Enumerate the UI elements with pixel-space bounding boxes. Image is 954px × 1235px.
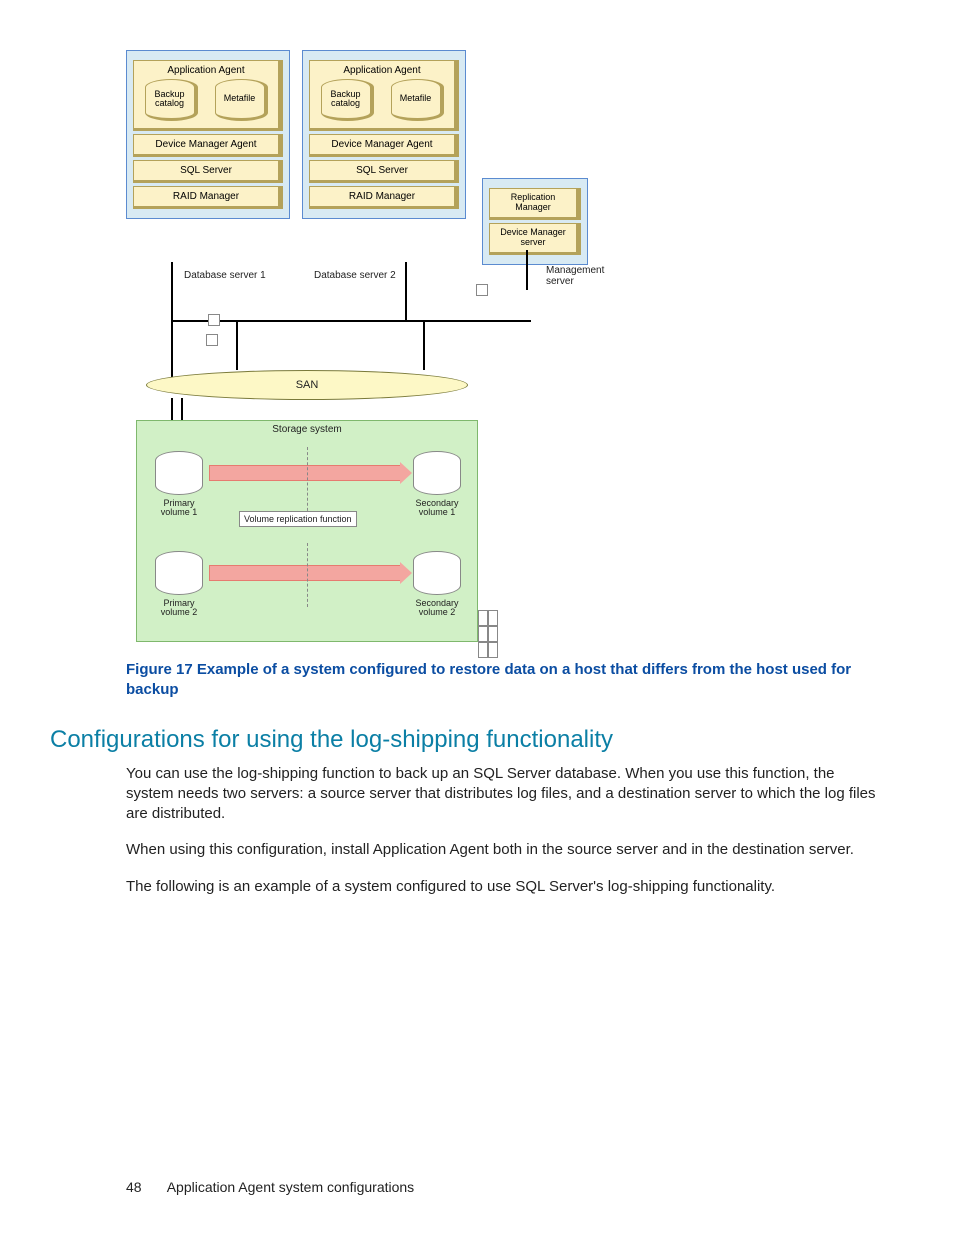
secondary-volume-2 bbox=[413, 551, 461, 595]
app-agent-2: Application Agent Backup catalog Metafil… bbox=[309, 60, 459, 131]
sql-server-1: SQL Server bbox=[133, 160, 283, 183]
paragraph-3: The following is an example of a system … bbox=[126, 877, 886, 897]
page-footer: 48 Application Agent system configuratio… bbox=[126, 1179, 414, 1195]
metafile-2: Metafile bbox=[391, 79, 444, 121]
storage-title: Storage system bbox=[137, 421, 477, 435]
page-number: 48 bbox=[126, 1179, 142, 1195]
raid-manager-2: RAID Manager bbox=[309, 186, 459, 209]
storage-system: Storage system Primary volume 1 Secondar… bbox=[136, 420, 478, 642]
paragraph-1: You can use the log-shipping function to… bbox=[126, 764, 886, 825]
system-diagram: Application Agent Backup catalog Metafil… bbox=[126, 50, 626, 640]
secondary-volume-1 bbox=[413, 451, 461, 495]
backup-catalog-2: Backup catalog bbox=[321, 79, 374, 121]
db-server-1-group: Application Agent Backup catalog Metafil… bbox=[126, 50, 290, 219]
pv1-label: Primary volume 1 bbox=[151, 499, 207, 518]
dm-agent-2: Device Manager Agent bbox=[309, 134, 459, 157]
volume-replication-function: Volume replication function bbox=[239, 511, 357, 527]
raid-manager-1: RAID Manager bbox=[133, 186, 283, 209]
replication-manager: Replication Manager bbox=[489, 188, 581, 220]
section-heading: Configurations for using the log-shippin… bbox=[50, 726, 904, 754]
management-label: Management server bbox=[546, 265, 616, 287]
db-server-1-label: Database server 1 bbox=[184, 270, 266, 281]
disk-array-icon bbox=[478, 610, 506, 640]
app-agent-1-label: Application Agent bbox=[136, 65, 276, 76]
sv1-label: Secondary volume 1 bbox=[409, 499, 465, 518]
pv2-label: Primary volume 2 bbox=[151, 599, 207, 618]
paragraph-2: When using this configuration, install A… bbox=[126, 840, 886, 860]
management-group: Replication Manager Device Manager serve… bbox=[482, 178, 588, 265]
replication-arrow-2 bbox=[209, 565, 401, 581]
db-server-2-label: Database server 2 bbox=[314, 270, 396, 281]
metafile-1: Metafile bbox=[215, 79, 268, 121]
primary-volume-2 bbox=[155, 551, 203, 595]
backup-catalog-1: Backup catalog bbox=[145, 79, 198, 121]
sql-server-2: SQL Server bbox=[309, 160, 459, 183]
dm-agent-1: Device Manager Agent bbox=[133, 134, 283, 157]
app-agent-2-label: Application Agent bbox=[312, 65, 452, 76]
sv2-label: Secondary volume 2 bbox=[409, 599, 465, 618]
db-server-2-group: Application Agent Backup catalog Metafil… bbox=[302, 50, 466, 219]
figure-caption: Figure 17 Example of a system configured… bbox=[126, 660, 886, 701]
chapter-title: Application Agent system configurations bbox=[167, 1179, 414, 1195]
replication-arrow-1 bbox=[209, 465, 401, 481]
primary-volume-1 bbox=[155, 451, 203, 495]
device-manager-server: Device Manager server bbox=[489, 223, 581, 255]
san-cloud: SAN bbox=[146, 370, 468, 400]
app-agent-1: Application Agent Backup catalog Metafil… bbox=[133, 60, 283, 131]
